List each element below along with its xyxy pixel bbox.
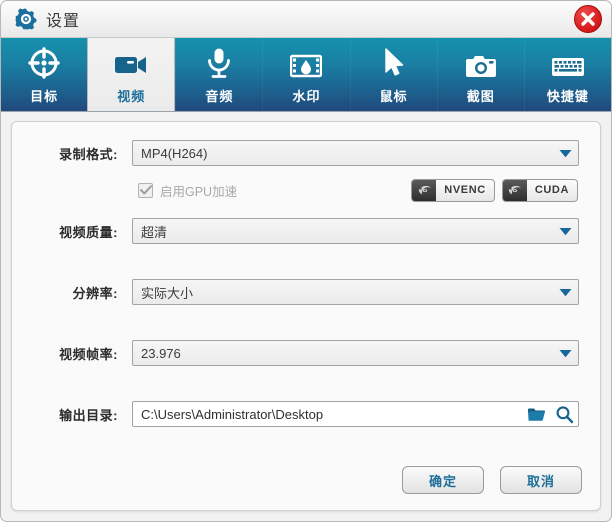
chevron-down-icon xyxy=(552,227,578,236)
tab-label: 快捷键 xyxy=(547,86,589,105)
video-camera-icon xyxy=(114,45,148,79)
resolution-dropdown[interactable]: 实际大小 xyxy=(132,279,579,305)
browse-folder-button[interactable] xyxy=(522,402,550,426)
folder-icon xyxy=(527,406,546,422)
gpu-checkbox-group[interactable]: 启用GPU加速 xyxy=(138,181,237,200)
video-settings-panel: 录制格式: MP4(H264) 启用GPU加速 xyxy=(11,121,601,511)
cuda-badge: CUDA xyxy=(502,179,578,202)
gear-icon xyxy=(15,8,37,30)
record-format-row: 录制格式: MP4(H264) xyxy=(32,140,580,166)
video-quality-label: 视频质量: xyxy=(32,222,132,241)
tab-video[interactable]: 视频 xyxy=(87,38,175,111)
settings-form: 录制格式: MP4(H264) 启用GPU加速 xyxy=(12,122,600,427)
tab-mouse[interactable]: 鼠标 xyxy=(350,38,437,111)
chevron-down-icon xyxy=(552,149,578,158)
record-format-value: MP4(H264) xyxy=(133,146,552,161)
nvenc-badge-text: NVENC xyxy=(436,184,494,196)
record-format-dropdown[interactable]: MP4(H264) xyxy=(132,140,579,166)
video-quality-dropdown[interactable]: 超清 xyxy=(132,218,579,244)
cancel-button[interactable]: 取消 xyxy=(500,466,582,494)
nvidia-logo-icon xyxy=(412,180,436,201)
tab-target[interactable]: 目标 xyxy=(1,38,87,111)
nvenc-badge: NVENC xyxy=(411,179,495,202)
tab-label: 视频 xyxy=(117,86,145,105)
mouse-cursor-icon xyxy=(382,45,406,79)
crosshair-icon xyxy=(28,45,60,79)
output-directory-row: 输出目录: C:\Users\Administrator\Desktop xyxy=(32,401,580,427)
record-format-label: 录制格式: xyxy=(32,144,132,163)
check-icon xyxy=(140,185,152,195)
gpu-acceleration-row: 启用GPU加速 NVENC xyxy=(32,178,580,202)
frame-rate-label: 视频帧率: xyxy=(32,344,132,363)
output-directory-label: 输出目录: xyxy=(32,405,132,424)
tab-label: 截图 xyxy=(467,86,495,105)
tab-label: 鼠标 xyxy=(380,86,408,105)
gpu-checkbox-label: 启用GPU加速 xyxy=(160,181,237,200)
video-quality-row: 视频质量: 超清 xyxy=(32,218,580,244)
frame-rate-row: 视频帧率: 23.976 xyxy=(32,340,580,366)
watermark-film-icon xyxy=(290,45,322,79)
resolution-value: 实际大小 xyxy=(133,283,552,302)
output-directory-value: C:\Users\Administrator\Desktop xyxy=(133,407,522,422)
settings-window: 设置 目标 xyxy=(0,0,612,522)
tab-bar: 目标 视频 音频 xyxy=(1,38,611,112)
frame-rate-value: 23.976 xyxy=(133,346,552,361)
camera-icon xyxy=(465,45,497,79)
dialog-footer: 确定 取消 xyxy=(402,466,582,494)
tab-audio[interactable]: 音频 xyxy=(175,38,262,111)
resolution-label: 分辨率: xyxy=(32,283,132,302)
frame-rate-dropdown[interactable]: 23.976 xyxy=(132,340,579,366)
resolution-row: 分辨率: 实际大小 xyxy=(32,279,580,305)
tab-watermark[interactable]: 水印 xyxy=(262,38,349,111)
close-icon xyxy=(574,5,602,33)
gpu-badges: NVENC CUDA xyxy=(411,179,580,202)
tab-label: 音频 xyxy=(205,86,233,105)
gpu-checkbox[interactable] xyxy=(138,183,153,198)
magnifier-icon xyxy=(555,405,574,424)
cuda-badge-text: CUDA xyxy=(527,184,577,196)
close-button[interactable] xyxy=(574,5,602,33)
chevron-down-icon xyxy=(552,349,578,358)
tab-label: 目标 xyxy=(30,86,58,105)
nvidia-logo-icon xyxy=(503,180,527,201)
tab-label: 水印 xyxy=(292,86,320,105)
chevron-down-icon xyxy=(552,288,578,297)
ok-button[interactable]: 确定 xyxy=(402,466,484,494)
window-title: 设置 xyxy=(46,7,80,31)
tab-screenshot[interactable]: 截图 xyxy=(437,38,524,111)
search-path-button[interactable] xyxy=(550,402,578,426)
keyboard-icon xyxy=(551,45,585,79)
microphone-icon xyxy=(205,45,233,79)
tab-hotkeys[interactable]: 快捷键 xyxy=(524,38,611,111)
title-bar: 设置 xyxy=(1,1,611,38)
output-directory-input[interactable]: C:\Users\Administrator\Desktop xyxy=(132,401,579,427)
video-quality-value: 超清 xyxy=(133,222,552,241)
